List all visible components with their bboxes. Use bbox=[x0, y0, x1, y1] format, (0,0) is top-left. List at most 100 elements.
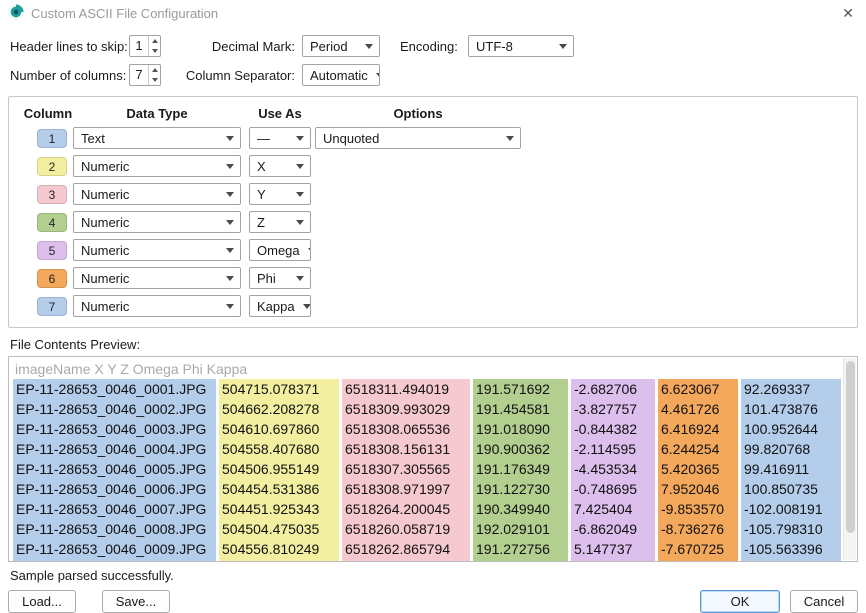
preview-row: EP-11-28653_0046_0006.JPG504454.53138665… bbox=[13, 479, 857, 499]
preview-cell: EP-11-28653_0046_0004.JPG bbox=[13, 439, 216, 459]
ok-button[interactable]: OK bbox=[700, 590, 780, 613]
preview-cell: 504662.208278 bbox=[219, 399, 339, 419]
vertical-scrollbar[interactable] bbox=[843, 358, 856, 560]
column-separator-select[interactable]: Automatic bbox=[302, 64, 380, 86]
encoding-select[interactable]: UTF-8 bbox=[468, 35, 574, 57]
preview-cell: 5.420365 bbox=[658, 459, 738, 479]
use-as-select[interactable]: Y bbox=[249, 183, 311, 205]
preview-cell: 6.244254 bbox=[658, 439, 738, 459]
preview-cell: 6518264.200045 bbox=[342, 499, 470, 519]
chevron-down-icon bbox=[226, 248, 234, 253]
column-number-badge: 7 bbox=[37, 297, 67, 316]
preview-rows: EP-11-28653_0046_0001.JPG504715.078371 65… bbox=[13, 379, 857, 562]
preview-cell: EP-11-28653_0046_0005.JPG bbox=[13, 459, 216, 479]
preview-cell: -4.453534 bbox=[571, 459, 655, 479]
column-config-row: 4 Numeric Z bbox=[9, 208, 857, 236]
preview-row: EP-11-28653_0046_0007.JPG504451.92534365… bbox=[13, 499, 857, 519]
save-button[interactable]: Save... bbox=[102, 590, 170, 613]
header-lines-label: Header lines to skip: bbox=[10, 39, 122, 54]
header-use-as: Use As bbox=[249, 106, 311, 121]
column-config-row: 5 Numeric Omega bbox=[9, 236, 857, 264]
chevron-down-icon bbox=[365, 44, 373, 49]
preview-cell: -6.862049 bbox=[571, 519, 655, 539]
chevron-down-icon bbox=[296, 164, 304, 169]
preview-cell: -101.807325 bbox=[741, 559, 841, 562]
preview-cell: -8.736276 bbox=[658, 519, 738, 539]
data-type-select[interactable]: Numeric bbox=[73, 155, 241, 177]
num-columns-spinner[interactable]: 7 bbox=[129, 64, 161, 86]
preview-cell: 504715.078371 bbox=[219, 379, 339, 399]
close-icon[interactable]: ✕ bbox=[840, 5, 856, 22]
column-number-badge: 4 bbox=[37, 213, 67, 232]
column-config-rows: 1Text—Unquoted2NumericX3NumericY4Numeric… bbox=[9, 124, 857, 320]
cancel-button[interactable]: Cancel bbox=[790, 590, 858, 613]
preview-row: EP-11-28653_0046_0009.JPG504556.81024965… bbox=[13, 539, 857, 559]
preview-cell: 0.587815 bbox=[658, 559, 738, 562]
preview-cell: EP-11-28653_0046_0008.JPG bbox=[13, 519, 216, 539]
preview-cell: 4.461726 bbox=[658, 399, 738, 419]
chevron-down-icon bbox=[226, 220, 234, 225]
use-as-select[interactable]: Z bbox=[249, 211, 311, 233]
decimal-mark-label: Decimal Mark: bbox=[177, 39, 295, 54]
header-lines-spinner[interactable]: 1 bbox=[129, 35, 161, 57]
preview-cell: 101.473876 bbox=[741, 399, 841, 419]
preview-cell: EP-11-28653_0046_0001.JPG bbox=[13, 379, 216, 399]
use-as-select[interactable]: — bbox=[249, 127, 311, 149]
preview-cell: 191.454581 bbox=[473, 399, 568, 419]
options-select[interactable]: Unquoted bbox=[315, 127, 521, 149]
use-as-select[interactable]: Kappa bbox=[249, 295, 311, 317]
preview-row: EP-11-28653_0046_0001.JPG504715.07837165… bbox=[13, 379, 857, 399]
use-as-select[interactable]: X bbox=[249, 155, 311, 177]
use-as-select[interactable]: Omega bbox=[249, 239, 311, 261]
preview-cell: 6518262.865794 bbox=[342, 539, 470, 559]
use-as-select[interactable]: Phi bbox=[249, 267, 311, 289]
settings-row-2: Number of columns: 7 Column Separator: A… bbox=[10, 63, 856, 87]
preview-cell: 6518260.058719 bbox=[342, 519, 470, 539]
spin-down-icon[interactable] bbox=[149, 75, 160, 85]
preview-cell: EP-11-28653_0046_0010.JPG bbox=[13, 559, 216, 562]
file-contents-preview[interactable]: imageName X Y Z Omega Phi Kappa EP-11-28… bbox=[8, 356, 858, 562]
preview-cell: -102.008191 bbox=[741, 499, 841, 519]
preview-cell: -105.563396 bbox=[741, 539, 841, 559]
header-options: Options bbox=[315, 106, 521, 121]
column-config-group: Column Data Type Use As Options 1Text—Un… bbox=[8, 96, 858, 328]
load-button[interactable]: Load... bbox=[8, 590, 76, 613]
preview-cell: 7.425404 bbox=[571, 499, 655, 519]
spin-up-icon[interactable] bbox=[149, 36, 160, 46]
data-type-select[interactable]: Numeric bbox=[73, 211, 241, 233]
chevron-down-icon bbox=[226, 136, 234, 141]
chevron-down-icon bbox=[506, 136, 514, 141]
decimal-mark-select[interactable]: Period bbox=[302, 35, 380, 57]
spin-up-icon[interactable] bbox=[149, 65, 160, 75]
preview-cell: 192.029101 bbox=[473, 519, 568, 539]
header-column: Column bbox=[23, 106, 73, 121]
encoding-value: UTF-8 bbox=[476, 39, 513, 54]
column-config-row: 1Text—Unquoted bbox=[9, 124, 857, 152]
column-config-row: 2NumericX bbox=[9, 152, 857, 180]
chevron-down-icon bbox=[376, 73, 380, 78]
column-number-badge: 5 bbox=[37, 241, 67, 260]
preview-cell: 191.343267 bbox=[473, 559, 568, 562]
column-separator-value: Automatic bbox=[310, 68, 368, 83]
data-type-select[interactable]: Numeric bbox=[73, 239, 241, 261]
data-type-select[interactable]: Text bbox=[73, 127, 241, 149]
preview-cell: 7.952046 bbox=[658, 479, 738, 499]
data-type-select[interactable]: Numeric bbox=[73, 295, 241, 317]
decimal-mark-value: Period bbox=[310, 39, 348, 54]
preview-cell: -105.798310 bbox=[741, 519, 841, 539]
preview-cell: 504454.531386 bbox=[219, 479, 339, 499]
preview-cell: EP-11-28653_0046_0002.JPG bbox=[13, 399, 216, 419]
preview-cell: 504506.955149 bbox=[219, 459, 339, 479]
data-type-select[interactable]: Numeric bbox=[73, 183, 241, 205]
data-type-select[interactable]: Numeric bbox=[73, 267, 241, 289]
preview-cell: 100.850735 bbox=[741, 479, 841, 499]
column-config-row: 7 Numeric Kappa bbox=[9, 292, 857, 320]
num-columns-value: 7 bbox=[130, 65, 148, 85]
preview-cell: -9.853570 bbox=[658, 499, 738, 519]
chevron-down-icon bbox=[559, 44, 567, 49]
preview-cell: -0.748695 bbox=[571, 479, 655, 499]
preview-cell: 190.349940 bbox=[473, 499, 568, 519]
spin-down-icon[interactable] bbox=[149, 46, 160, 56]
scrollbar-thumb[interactable] bbox=[846, 361, 855, 533]
preview-cell: 6518308.156131 bbox=[342, 439, 470, 459]
